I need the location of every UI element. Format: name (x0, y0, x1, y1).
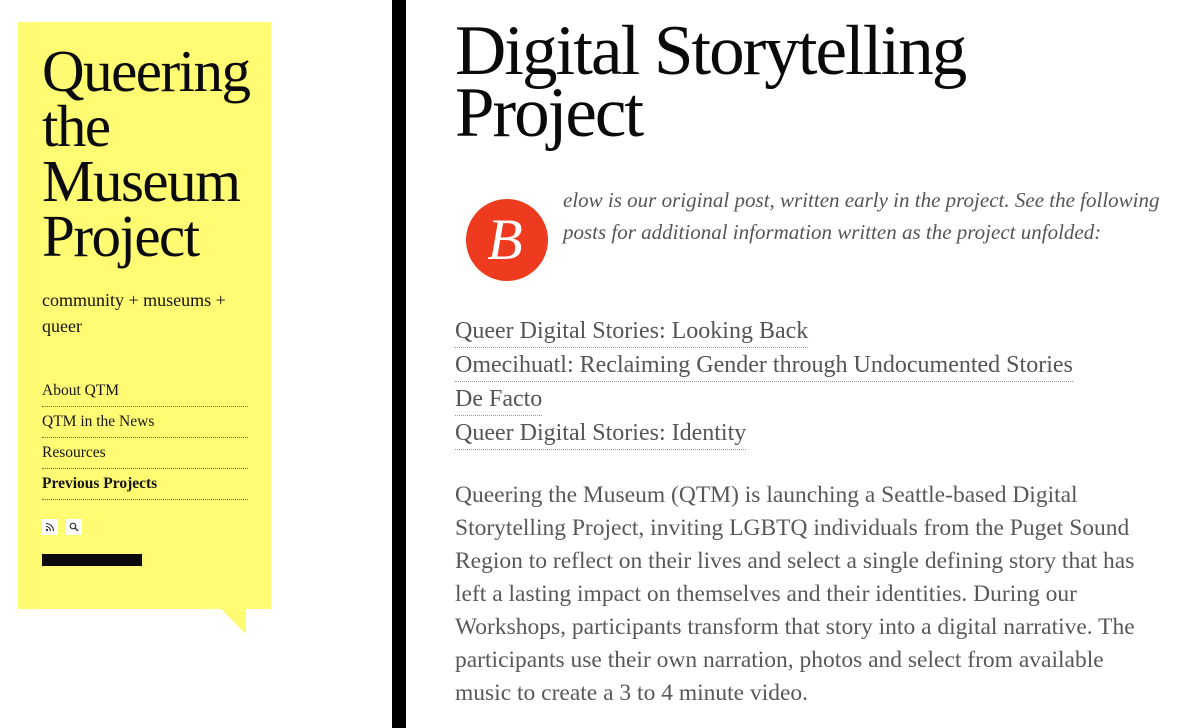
post-link-de-facto[interactable]: De Facto (455, 383, 543, 416)
post-link-looking-back[interactable]: Queer Digital Stories: Looking Back (455, 315, 809, 348)
sidebar-nav: About QTM QTM in the News Resources Prev… (42, 376, 248, 500)
nav-item-qtm-in-the-news[interactable]: QTM in the News (42, 407, 248, 438)
site-title[interactable]: Queering the Museum Project (42, 42, 292, 266)
body-paragraph: Queering the Museum (QTM) is launching a… (455, 482, 1135, 706)
sidebar-decorative-bar (42, 554, 142, 566)
dropcap: B (466, 199, 548, 281)
nav-item-previous-projects[interactable]: Previous Projects (42, 469, 248, 500)
site-tagline: community + museums + queer (42, 290, 226, 336)
post-link-identity[interactable]: Queer Digital Stories: Identity (455, 417, 747, 450)
intro-text: elow is our original post, written early… (563, 188, 1160, 244)
social-links (42, 519, 82, 535)
page-title: Digital Storytelling Project (455, 12, 967, 152)
rss-icon[interactable] (42, 519, 58, 535)
nav-item-about-qtm[interactable]: About QTM (42, 376, 248, 407)
sidebar: Queering the Museum Project community + … (18, 22, 271, 609)
post-link-omecihuatl[interactable]: Omecihuatl: Reclaiming Gender through Un… (455, 349, 1073, 382)
search-icon[interactable] (66, 519, 82, 535)
vertical-divider (392, 0, 406, 728)
sidebar-tail (221, 609, 246, 634)
post-links: Queer Digital Stories: Looking Back Omec… (455, 315, 1155, 451)
nav-item-resources[interactable]: Resources (42, 438, 248, 469)
